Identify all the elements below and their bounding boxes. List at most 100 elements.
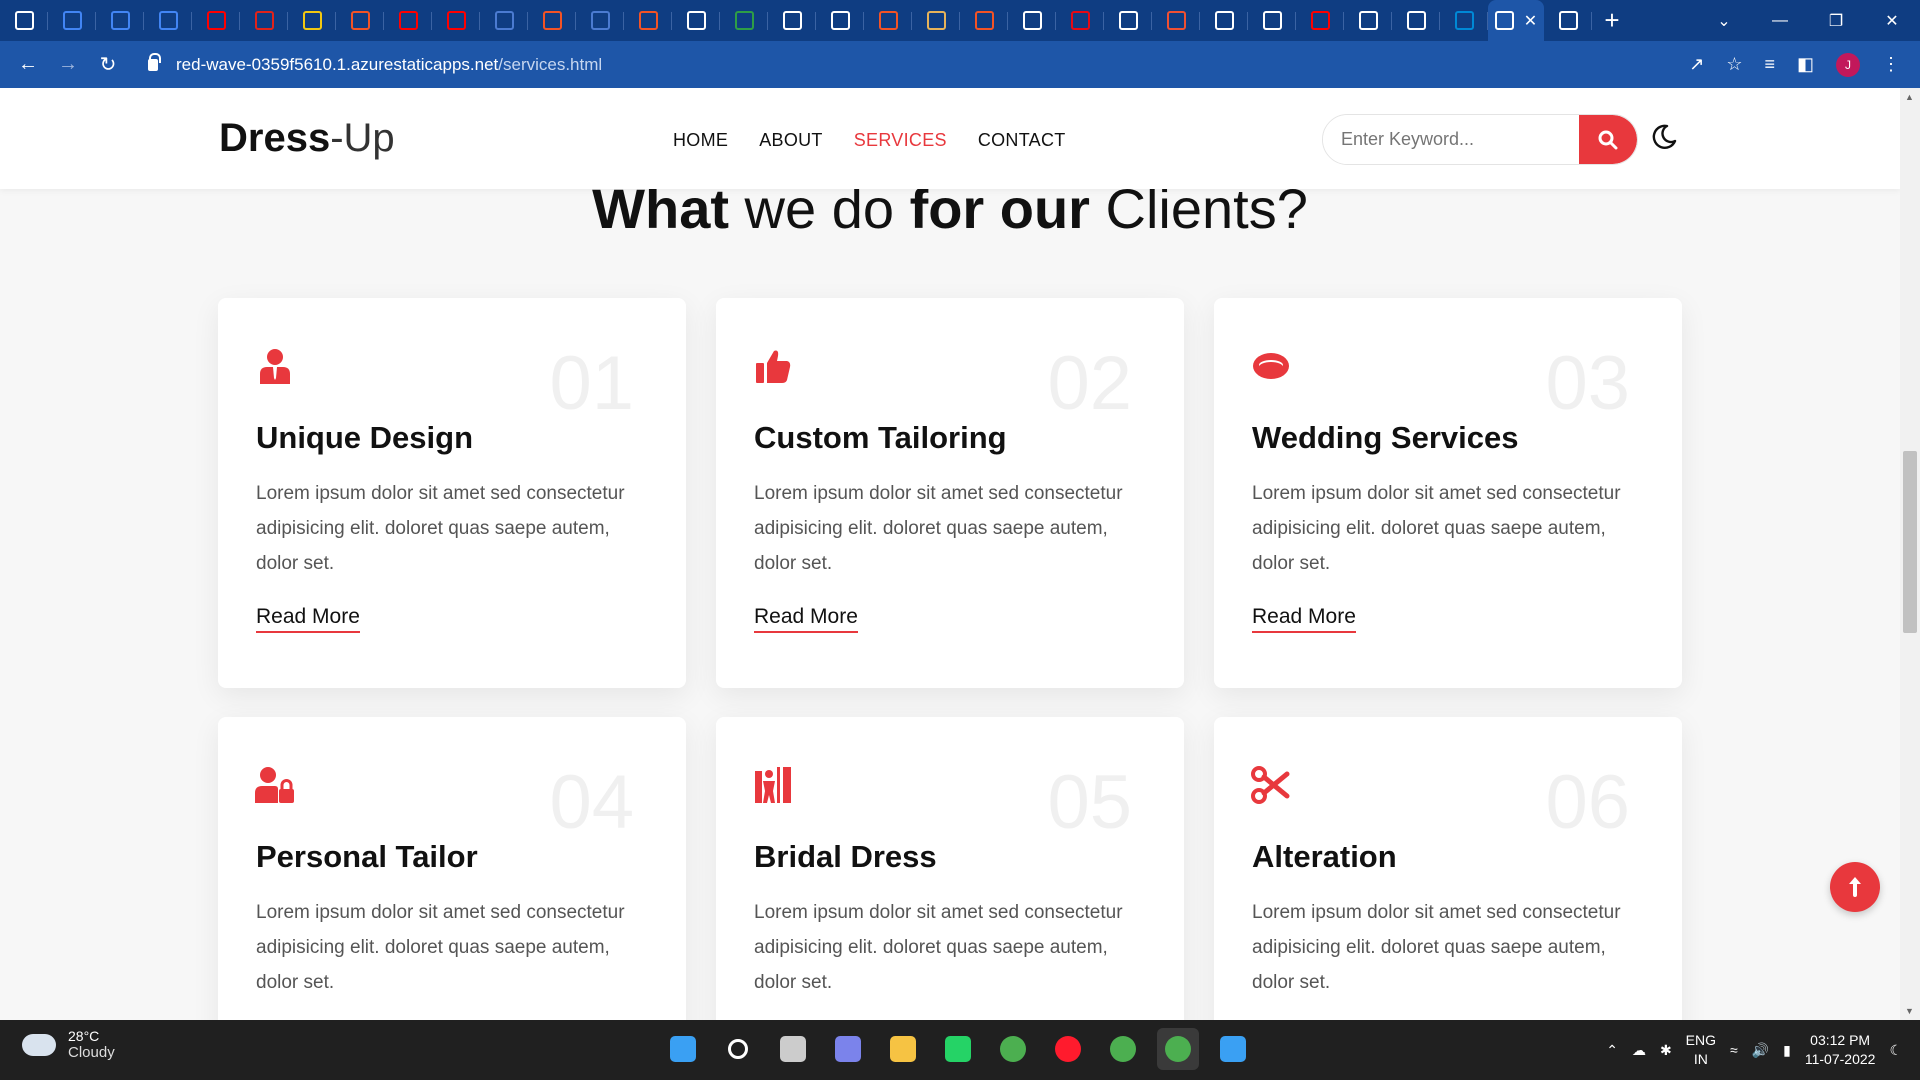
browser-tab[interactable] (480, 0, 528, 41)
service-card: 02 Custom Tailoring Lorem ipsum dolor sit … (716, 298, 1184, 688)
scroll-down-arrow[interactable]: ▼ (1905, 1006, 1914, 1016)
browser-tab[interactable] (240, 0, 288, 41)
taskbar-app[interactable] (992, 1028, 1034, 1070)
power-bi-icon (302, 11, 322, 30)
taskbar-app[interactable] (937, 1028, 979, 1070)
teams-chat-icon (835, 1036, 861, 1062)
read-more-link[interactable]: Read More (256, 605, 360, 633)
nav-link-contact[interactable]: CONTACT (978, 130, 1066, 151)
taskbar-app[interactable] (827, 1028, 869, 1070)
onedrive-icon[interactable]: ☁ (1632, 1042, 1646, 1059)
browser-tab[interactable] (1056, 0, 1104, 41)
taskbar-app[interactable] (662, 1028, 704, 1070)
service-description: Lorem ipsum dolor sit amet sed consectet… (256, 483, 625, 574)
service-title: Alteration (1252, 839, 1397, 874)
browser-tab[interactable] (0, 0, 48, 41)
browser-tab[interactable] (336, 0, 384, 41)
url-field[interactable]: red-wave-0359f5610.1.azurestaticapps.net… (134, 46, 1654, 83)
side-panel-icon[interactable]: ◧ (1797, 54, 1814, 75)
browser-tab[interactable] (1344, 0, 1392, 41)
show-hidden-icons-chevron-icon[interactable]: ⌃ (1606, 1042, 1618, 1059)
page-scrollbar[interactable]: ▲ ▼ (1900, 88, 1920, 1020)
browser-tab[interactable] (864, 0, 912, 41)
wifi-icon[interactable]: ≈ (1730, 1042, 1738, 1058)
close-tab-icon[interactable]: ✕ (1524, 11, 1537, 31)
tab-search-icon[interactable]: ⌄ (1696, 11, 1752, 31)
browser-tab[interactable] (1152, 0, 1200, 41)
browser-tab[interactable] (1440, 0, 1488, 41)
reading-list-icon[interactable]: ≡ (1764, 54, 1775, 75)
scroll-up-arrow[interactable]: ▲ (1905, 92, 1914, 102)
reload-button[interactable]: ↻ (88, 52, 128, 77)
language-indicator[interactable]: ENG IN (1686, 1031, 1716, 1069)
url-host: red-wave-0359f5610.1.azurestaticapps.net (176, 54, 499, 74)
browser-tab[interactable] (48, 0, 96, 41)
taskbar-app[interactable] (1102, 1028, 1144, 1070)
site-logo[interactable]: Dress-Up (219, 116, 395, 161)
browser-tab[interactable] (192, 0, 240, 41)
nav-link-about[interactable]: ABOUT (759, 130, 823, 151)
new-tab-button[interactable]: + (1592, 0, 1632, 41)
browser-tab[interactable] (1392, 0, 1440, 41)
bookmark-star-icon[interactable]: ☆ (1726, 54, 1742, 75)
taskbar-app[interactable] (772, 1028, 814, 1070)
tray-app-icon[interactable]: ✱ (1660, 1042, 1672, 1059)
browser-tab[interactable] (720, 0, 768, 41)
taskbar-app[interactable] (1212, 1028, 1254, 1070)
browser-tab[interactable] (288, 0, 336, 41)
back-to-top-button[interactable] (1830, 862, 1880, 912)
forward-button[interactable]: → (48, 53, 88, 76)
browser-tab[interactable] (816, 0, 864, 41)
nav-link-home[interactable]: HOME (673, 130, 728, 151)
weather-widget[interactable]: 28°C Cloudy (22, 1028, 115, 1061)
tab-separator (1591, 12, 1592, 30)
browser-tab[interactable] (144, 0, 192, 41)
service-number: 03 (1545, 341, 1630, 426)
share-icon[interactable]: ↗ (1689, 54, 1704, 75)
minimize-button[interactable]: — (1752, 12, 1808, 30)
browser-tab[interactable]: ✕ (1488, 0, 1544, 41)
browser-tab[interactable] (672, 0, 720, 41)
user-lock-icon (255, 767, 294, 803)
browser-tab[interactable] (1104, 0, 1152, 41)
dark-mode-moon-icon[interactable] (1650, 123, 1678, 151)
taskbar-app[interactable] (1047, 1028, 1089, 1070)
browser-tab[interactable] (576, 0, 624, 41)
clock[interactable]: 03:12 PM 11-07-2022 (1805, 1031, 1876, 1069)
search-button[interactable] (1579, 115, 1637, 164)
search-icon (1598, 130, 1618, 149)
read-more-link[interactable]: Read More (754, 605, 858, 633)
browser-tab[interactable] (960, 0, 1008, 41)
browser-tab[interactable] (432, 0, 480, 41)
battery-icon[interactable]: ▮ (1783, 1042, 1791, 1059)
browser-tab[interactable] (96, 0, 144, 41)
read-more-link[interactable]: Read More (1252, 605, 1356, 633)
browser-tab[interactable] (1296, 0, 1344, 41)
back-button[interactable]: ← (8, 53, 48, 76)
lock-icon[interactable] (148, 52, 161, 71)
nav-link-services[interactable]: SERVICES (854, 130, 947, 151)
restore-button[interactable]: ❐ (1808, 11, 1864, 31)
service-title: Unique Design (256, 420, 474, 455)
browser-tab[interactable] (1544, 0, 1592, 41)
taskbar-app[interactable] (882, 1028, 924, 1070)
close-window-button[interactable]: ✕ (1864, 11, 1920, 31)
browser-tab[interactable] (768, 0, 816, 41)
notifications-icon[interactable]: ☾ (1889, 1042, 1902, 1059)
search-input[interactable] (1323, 115, 1579, 164)
browser-tab[interactable] (528, 0, 576, 41)
browser-tab[interactable] (1200, 0, 1248, 41)
browser-tab[interactable] (384, 0, 432, 41)
browser-menu-icon[interactable]: ⋮ (1882, 54, 1900, 75)
service-card: 04 Personal Tailor Lorem ipsum dolor sit a… (218, 717, 686, 1020)
taskbar-app[interactable] (1157, 1028, 1199, 1070)
browser-tab[interactable] (1008, 0, 1056, 41)
scroll-thumb[interactable] (1903, 451, 1917, 633)
browser-tab[interactable] (912, 0, 960, 41)
service-number: 06 (1545, 760, 1630, 845)
browser-tab[interactable] (624, 0, 672, 41)
volume-icon[interactable]: 🔊 (1752, 1042, 1769, 1059)
browser-tab[interactable] (1248, 0, 1296, 41)
profile-avatar[interactable]: J (1836, 52, 1860, 77)
taskbar-app[interactable] (717, 1028, 759, 1070)
